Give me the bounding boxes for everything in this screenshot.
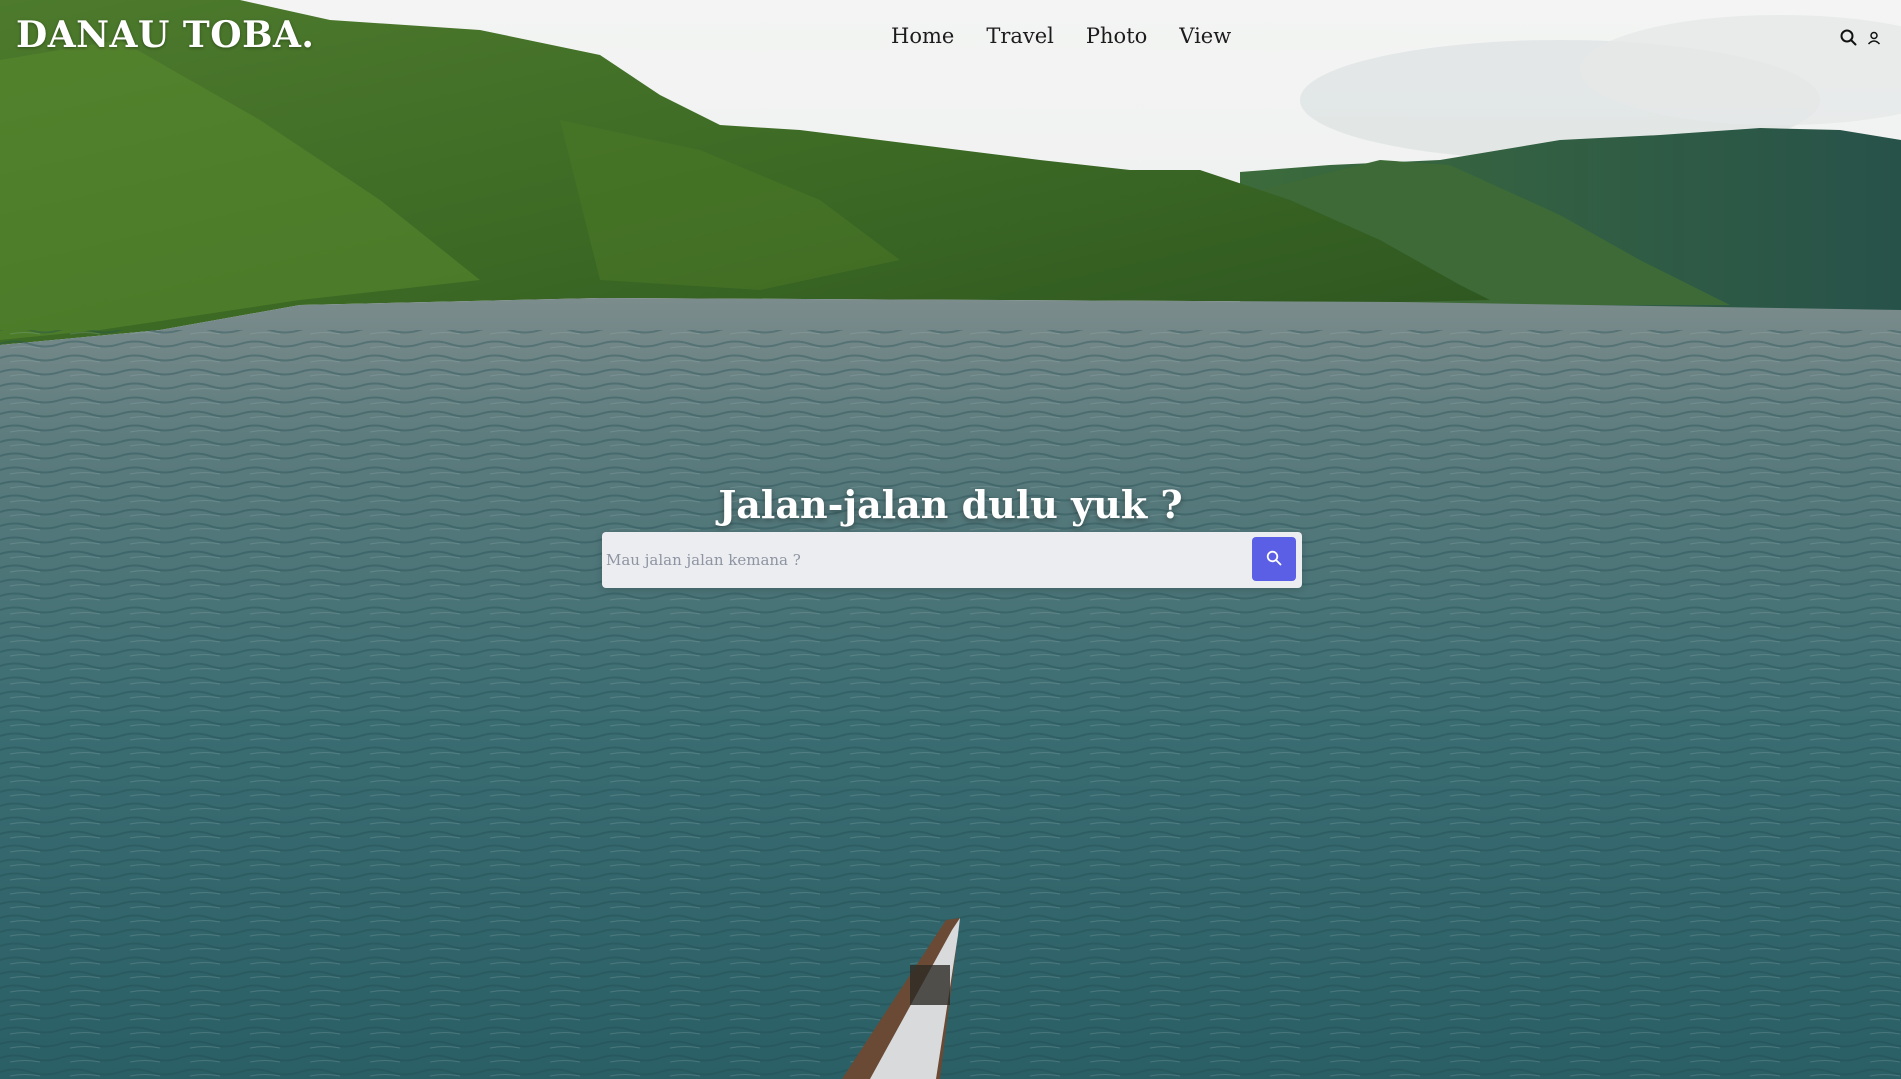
destination-search-input[interactable]: [606, 540, 1246, 580]
nav-link-photo[interactable]: Photo: [1086, 24, 1147, 48]
site-logo[interactable]: DANAU TOBA.: [16, 14, 314, 56]
nav-link-view[interactable]: View: [1179, 24, 1231, 48]
top-navbar: DANAU TOBA. Home Travel Photo View: [0, 0, 1901, 78]
nav-icon-group: [1840, 29, 1881, 50]
search-icon[interactable]: [1840, 29, 1857, 50]
nav-link-travel[interactable]: Travel: [986, 24, 1054, 48]
main-nav: Home Travel Photo View: [891, 24, 1231, 48]
nav-link-home[interactable]: Home: [891, 24, 954, 48]
search-submit-button[interactable]: [1252, 537, 1296, 581]
hero-title: Jalan-jalan dulu yuk ?: [718, 482, 1183, 527]
search-icon: [1266, 550, 1282, 569]
user-icon[interactable]: [1867, 30, 1881, 49]
hero-search-box: [602, 532, 1302, 588]
